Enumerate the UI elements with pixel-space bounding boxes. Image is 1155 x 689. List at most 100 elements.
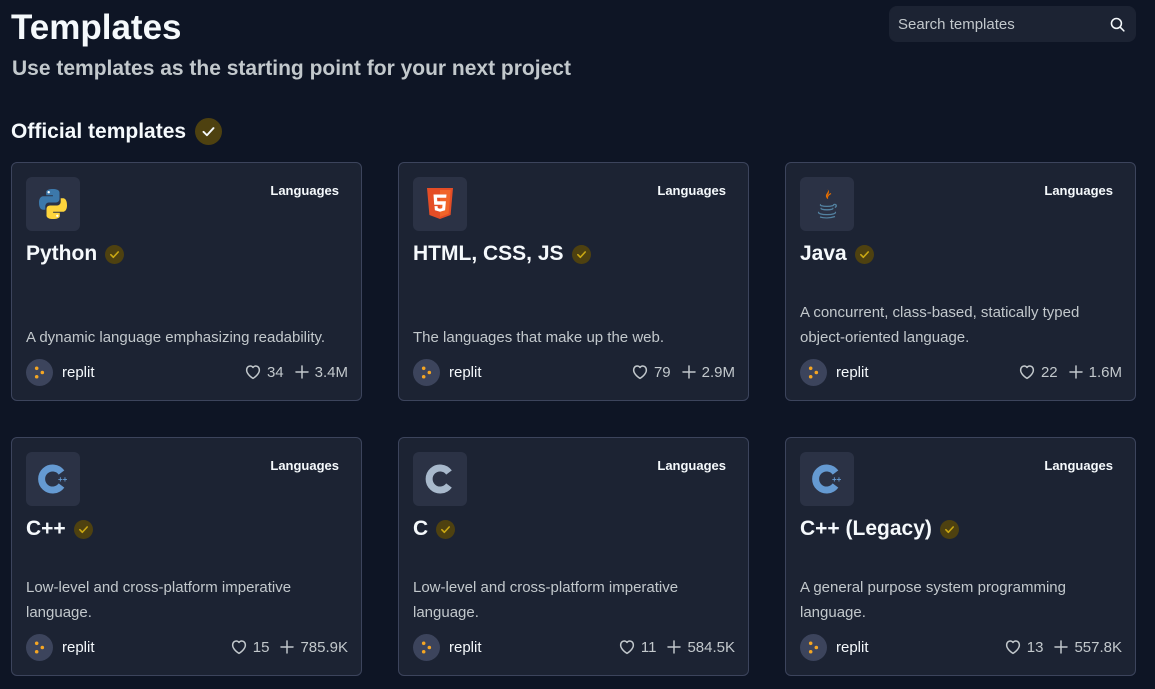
card-title-row: C++ (Legacy) bbox=[800, 516, 959, 542]
template-card-java[interactable]: Languages Java A concurrent, class-based… bbox=[785, 162, 1136, 401]
card-stats: 22 1.6M bbox=[1018, 363, 1122, 381]
forks-count: 1.6M bbox=[1088, 363, 1122, 381]
card-footer: replit 11 584.5K bbox=[413, 633, 735, 661]
search-icon[interactable] bbox=[1109, 16, 1126, 33]
heart-icon bbox=[245, 365, 261, 380]
search-input[interactable] bbox=[898, 7, 1103, 41]
c-icon bbox=[413, 452, 467, 506]
author[interactable]: replit bbox=[26, 633, 95, 661]
card-footer: replit 15 785.9K bbox=[26, 633, 348, 661]
verified-check-icon bbox=[73, 519, 93, 539]
likes[interactable]: 34 bbox=[244, 363, 284, 381]
likes-count: 11 bbox=[640, 638, 657, 656]
card-title-row: HTML, CSS, JS bbox=[413, 241, 591, 267]
verified-check-icon bbox=[105, 244, 125, 264]
svg-text:++: ++ bbox=[58, 475, 68, 484]
forks[interactable]: 2.9M bbox=[681, 364, 735, 381]
svg-text:++: ++ bbox=[832, 475, 842, 484]
section-title: Official templates bbox=[11, 118, 223, 145]
likes-count: 22 bbox=[1040, 363, 1058, 381]
likes[interactable]: 11 bbox=[618, 638, 657, 656]
card-description: The languages that make up the web. bbox=[413, 329, 665, 346]
template-card-cpp[interactable]: ++ Languages C++ Low-level and cross-pla… bbox=[11, 437, 362, 676]
plus-icon bbox=[1068, 365, 1083, 379]
cpp-icon: ++ bbox=[26, 452, 80, 506]
python-icon bbox=[26, 177, 80, 231]
heart-icon bbox=[231, 640, 246, 655]
verified-check-icon bbox=[195, 118, 223, 145]
forks[interactable]: 557.8K bbox=[1053, 639, 1122, 656]
card-stats: 11 584.5K bbox=[618, 638, 735, 656]
page-subtitle: Use templates as the starting point for … bbox=[12, 57, 571, 80]
plus-icon bbox=[681, 365, 696, 379]
template-card-cpp-legacy[interactable]: ++ Languages C++ (Legacy) A general purp… bbox=[785, 437, 1136, 676]
forks[interactable]: 785.9K bbox=[279, 639, 348, 656]
likes[interactable]: 79 bbox=[631, 363, 671, 381]
card-description: A dynamic language emphasizing readabili… bbox=[26, 329, 326, 346]
card-footer: replit 22 1.6M bbox=[800, 358, 1122, 386]
forks[interactable]: 3.4M bbox=[294, 364, 348, 381]
card-footer: replit 13 557.8K bbox=[800, 633, 1122, 661]
author[interactable]: replit bbox=[413, 633, 482, 661]
card-title-row: Python bbox=[26, 241, 125, 267]
card-title: C bbox=[413, 517, 429, 540]
heart-icon bbox=[632, 365, 648, 380]
section-title-label: Official templates bbox=[11, 119, 187, 143]
likes[interactable]: 13 bbox=[1004, 638, 1044, 656]
replit-avatar-icon bbox=[26, 633, 53, 661]
author-name: replit bbox=[449, 363, 482, 381]
likes-count: 15 bbox=[252, 638, 270, 656]
card-description: A general purpose system programming lan… bbox=[800, 579, 1066, 621]
template-card-python[interactable]: Languages Python A dynamic language emph… bbox=[11, 162, 362, 401]
plus-icon bbox=[667, 640, 682, 654]
card-title-row: C++ bbox=[26, 516, 93, 542]
card-category: Languages bbox=[270, 183, 339, 198]
card-category: Languages bbox=[1044, 458, 1113, 473]
author[interactable]: replit bbox=[413, 358, 482, 386]
card-title-row: C bbox=[413, 516, 456, 542]
card-description: A concurrent, class-based, statically ty… bbox=[800, 304, 1080, 346]
card-stats: 15 785.9K bbox=[230, 638, 348, 656]
likes[interactable]: 15 bbox=[230, 638, 270, 656]
forks-count: 785.9K bbox=[300, 638, 348, 656]
heart-icon bbox=[619, 640, 634, 655]
verified-check-icon bbox=[571, 244, 591, 264]
author-name: replit bbox=[836, 363, 869, 381]
card-stats: 13 557.8K bbox=[1004, 638, 1122, 656]
author[interactable]: replit bbox=[800, 633, 869, 661]
forks-count: 557.8K bbox=[1074, 638, 1122, 656]
card-category: Languages bbox=[657, 458, 726, 473]
forks-count: 3.4M bbox=[314, 363, 348, 381]
likes[interactable]: 22 bbox=[1018, 363, 1058, 381]
author[interactable]: replit bbox=[26, 358, 95, 386]
replit-avatar-icon bbox=[800, 358, 827, 386]
forks[interactable]: 1.6M bbox=[1068, 364, 1122, 381]
plus-icon bbox=[280, 640, 295, 654]
forks[interactable]: 584.5K bbox=[666, 639, 735, 656]
author-name: replit bbox=[62, 363, 95, 381]
card-title: C++ bbox=[26, 517, 66, 540]
card-footer: replit 79 2.9M bbox=[413, 358, 735, 386]
replit-avatar-icon bbox=[800, 633, 827, 661]
card-stats: 79 2.9M bbox=[631, 363, 735, 381]
card-category: Languages bbox=[270, 458, 339, 473]
forks-count: 584.5K bbox=[687, 638, 735, 656]
likes-count: 13 bbox=[1026, 638, 1044, 656]
verified-check-icon bbox=[436, 519, 456, 539]
verified-check-icon bbox=[939, 519, 959, 539]
author-name: replit bbox=[836, 638, 869, 656]
search-box[interactable] bbox=[889, 6, 1136, 42]
java-icon bbox=[800, 177, 854, 231]
template-card-c[interactable]: Languages C Low-level and cross-platform… bbox=[398, 437, 749, 676]
author[interactable]: replit bbox=[800, 358, 869, 386]
likes-count: 79 bbox=[653, 363, 671, 381]
template-card-html-css-js[interactable]: Languages HTML, CSS, JS The languages th… bbox=[398, 162, 749, 401]
card-category: Languages bbox=[1044, 183, 1113, 198]
author-name: replit bbox=[62, 638, 95, 656]
author-name: replit bbox=[449, 638, 482, 656]
heart-icon bbox=[1019, 365, 1035, 380]
forks-count: 2.9M bbox=[701, 363, 735, 381]
card-stats: 34 3.4M bbox=[244, 363, 348, 381]
plus-icon bbox=[1054, 640, 1069, 654]
likes-count: 34 bbox=[266, 363, 284, 381]
